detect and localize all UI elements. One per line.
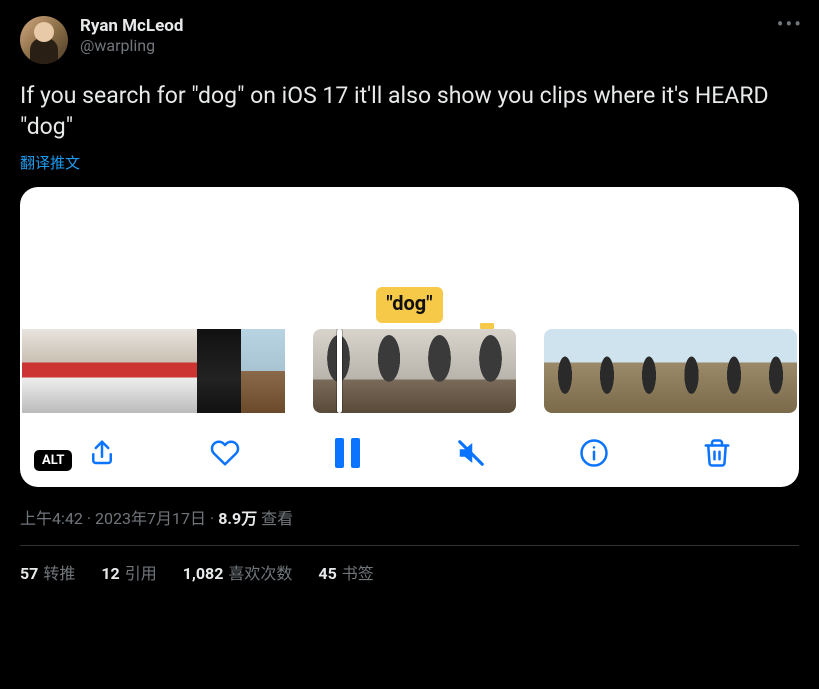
clip-group[interactable] [544, 329, 797, 413]
views-count: 8.9万 [218, 509, 257, 528]
share-icon[interactable] [84, 435, 120, 471]
translate-link[interactable]: 翻译推文 [20, 152, 80, 173]
quotes-stat[interactable]: 12引用 [101, 560, 156, 584]
tweet-meta: 上午4:42·2023年7月17日·8.9万 查看 [20, 505, 799, 529]
tweet-text: If you search for "dog" on iOS 17 it'll … [20, 80, 799, 142]
media-whitespace [20, 187, 799, 287]
video-frame [414, 329, 465, 413]
tweet-date[interactable]: 2023年7月17日 [95, 509, 206, 528]
tweet-stats: 57转推 12引用 1,082喜欢次数 45书签 [20, 560, 799, 584]
bookmarks-stat[interactable]: 45书签 [318, 560, 373, 584]
alt-badge[interactable]: ALT [34, 450, 72, 471]
tweet-header: Ryan McLeod @warpling ••• [20, 16, 799, 64]
video-frame [713, 329, 755, 413]
user-handle: @warpling [80, 36, 799, 55]
video-frame [241, 329, 285, 413]
video-frame [586, 329, 628, 413]
video-frame [670, 329, 712, 413]
video-filmstrip[interactable] [20, 323, 799, 429]
search-tag-row: "dog" [20, 287, 799, 323]
more-button[interactable]: ••• [777, 12, 803, 36]
search-result-tag: "dog" [376, 287, 442, 323]
video-frame [110, 329, 154, 413]
views-label: 查看 [261, 509, 293, 528]
video-frame [66, 329, 110, 413]
user-block[interactable]: Ryan McLeod @warpling [80, 16, 799, 55]
video-frame [197, 329, 241, 413]
media-card[interactable]: "dog" [20, 187, 799, 487]
divider [20, 545, 799, 546]
info-icon[interactable] [576, 435, 612, 471]
clip-group[interactable] [22, 329, 285, 413]
video-frame [22, 329, 66, 413]
avatar[interactable] [20, 16, 68, 64]
clip-group-active[interactable] [313, 329, 516, 413]
likes-stat[interactable]: 1,082喜欢次数 [183, 560, 293, 584]
video-frame [755, 329, 797, 413]
speaker-muted-icon[interactable] [453, 435, 489, 471]
pause-icon[interactable] [330, 435, 366, 471]
heart-icon[interactable] [207, 435, 243, 471]
trash-icon[interactable] [699, 435, 735, 471]
video-frame [154, 329, 198, 413]
video-frame [544, 329, 586, 413]
tweet-container: Ryan McLeod @warpling ••• If you search … [0, 0, 819, 584]
retweets-stat[interactable]: 57转推 [20, 560, 75, 584]
video-frame [628, 329, 670, 413]
video-frame [465, 329, 516, 413]
media-toolbar [20, 429, 799, 475]
tweet-time[interactable]: 上午4:42 [20, 509, 83, 528]
playhead[interactable] [337, 329, 342, 413]
display-name: Ryan McLeod [80, 16, 799, 36]
video-frame [364, 329, 415, 413]
